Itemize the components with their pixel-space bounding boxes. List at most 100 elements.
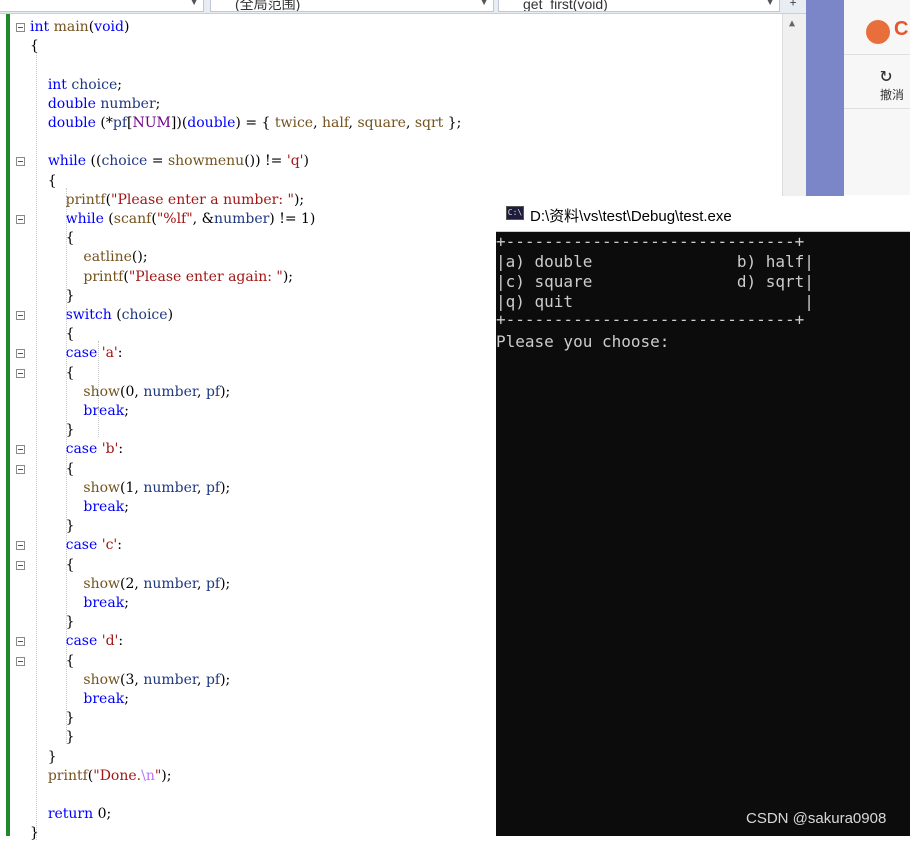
code-token: scanf [113, 211, 152, 227]
code-token: printf [47, 767, 88, 784]
code-line[interactable]: } [30, 748, 57, 767]
code-token: , [405, 115, 415, 131]
code-token: number [143, 671, 198, 688]
code-token: half [322, 115, 349, 131]
console-title-bar[interactable]: C:\ D:\资料\vs\test\Debug\test.exe [496, 196, 910, 232]
code-line[interactable]: break; [30, 402, 129, 421]
code-line[interactable]: show(2, number, pf); [30, 575, 230, 594]
code-token: void [94, 19, 124, 35]
code-line[interactable]: break; [30, 498, 129, 517]
code-token: (( [86, 153, 102, 170]
console-line: |a) double b) half| [496, 252, 814, 271]
code-line[interactable]: case 'd': [30, 632, 124, 651]
code-token: case [65, 441, 98, 458]
code-line[interactable]: eatline(); [30, 248, 148, 267]
code-token: : [118, 441, 124, 458]
code-token: square [357, 115, 406, 131]
code-token: return [47, 806, 94, 823]
code-token: , [197, 383, 206, 400]
code-token: number [214, 211, 270, 227]
console-line: |q) quit | [496, 292, 814, 311]
fold-toggle-icon[interactable] [16, 215, 25, 224]
code-line[interactable]: return 0; [30, 805, 111, 824]
code-token: twice [274, 115, 314, 131]
fold-toggle-icon[interactable] [16, 157, 25, 167]
code-token: pf [205, 671, 221, 688]
fold-toggle-icon[interactable] [16, 311, 25, 320]
code-token: choice [71, 76, 118, 93]
code-line[interactable]: double (*pf[NUM])(double) = { twice, hal… [30, 114, 462, 133]
code-token: , [197, 575, 206, 592]
code-token: 'd' [101, 633, 119, 650]
undo-button-label[interactable]: 撤消 [880, 86, 904, 103]
fold-toggle-icon[interactable] [16, 349, 25, 359]
code-token: ); [220, 479, 231, 496]
code-line[interactable]: } [30, 824, 39, 843]
code-line[interactable]: switch (choice) [30, 306, 173, 325]
code-token: ; [124, 499, 129, 515]
code-token: (3, [120, 671, 144, 688]
code-token: ) [167, 307, 174, 323]
code-line[interactable]: int main(void) [30, 18, 129, 37]
code-token: , [197, 671, 206, 688]
code-token: while [47, 153, 87, 170]
code-token: case [65, 345, 98, 362]
code-line[interactable]: case 'b': [30, 440, 124, 459]
code-line[interactable]: break; [30, 594, 129, 613]
code-line[interactable]: case 'a': [30, 344, 123, 363]
scope-combo[interactable]: (全局范围) ▼ [210, 0, 494, 12]
code-line[interactable]: int choice; [30, 76, 122, 95]
scroll-up-icon[interactable]: ▲ [789, 18, 795, 29]
code-token: } [30, 825, 39, 842]
code-line[interactable]: { [30, 172, 57, 191]
fold-toggle-icon[interactable] [16, 541, 25, 551]
right-app-panel: C ↻ 撤消 [844, 0, 910, 195]
code-line[interactable]: case 'c': [30, 536, 122, 555]
console-window[interactable]: C:\ D:\资料\vs\test\Debug\test.exe +------… [496, 196, 910, 836]
fold-toggle-icon[interactable] [16, 368, 25, 378]
fold-toggle-icon[interactable] [16, 560, 25, 570]
code-line[interactable]: { [30, 37, 39, 56]
code-line[interactable]: printf("Please enter again: "); [30, 268, 293, 287]
code-token: ])( [170, 115, 188, 131]
code-token: show [83, 575, 121, 592]
split-window-button[interactable]: + [782, 0, 804, 12]
code-line[interactable]: double number; [30, 95, 161, 114]
fold-toggle-icon[interactable] [16, 23, 25, 32]
code-token: ()) != [244, 153, 287, 170]
console-line: Please you choose: [496, 332, 670, 351]
code-token: ) [123, 19, 130, 35]
code-token: 'a' [101, 345, 118, 362]
fold-toggle-icon[interactable] [16, 445, 25, 455]
undo-icon[interactable]: ↻ [880, 62, 892, 86]
code-line[interactable]: show(0, number, pf); [30, 383, 230, 402]
code-token: break [83, 499, 125, 515]
code-token: ; [124, 403, 129, 419]
code-line[interactable]: show(3, number, pf); [30, 671, 230, 690]
fold-toggle-icon[interactable] [16, 637, 25, 647]
console-app-icon: C:\ [506, 206, 524, 220]
code-token: case [65, 633, 98, 650]
code-token: }; [443, 115, 462, 131]
code-token: (); [131, 249, 148, 266]
code-line[interactable]: printf("Done.\n"); [30, 767, 172, 786]
project-combo[interactable]: ▼ [0, 0, 204, 12]
member-combo[interactable]: get_first(void) ▼ [498, 0, 780, 12]
console-line: |c) square d) sqrt| [496, 272, 814, 291]
code-line[interactable]: show(1, number, pf); [30, 479, 230, 498]
code-line[interactable]: while (scanf("%lf", &number) != 1) [30, 210, 316, 229]
code-line[interactable]: break; [30, 690, 129, 709]
code-token: "%lf" [156, 211, 193, 227]
code-line[interactable]: while ((choice = showmenu()) != 'q') [30, 152, 309, 171]
code-token: number [143, 575, 198, 592]
code-line[interactable]: printf("Please enter a number: "); [30, 191, 305, 210]
fold-toggle-icon[interactable] [16, 464, 25, 474]
code-token: ) [303, 153, 309, 170]
chevron-down-icon: ▼ [479, 0, 489, 8]
fold-toggle-icon[interactable] [16, 656, 25, 666]
